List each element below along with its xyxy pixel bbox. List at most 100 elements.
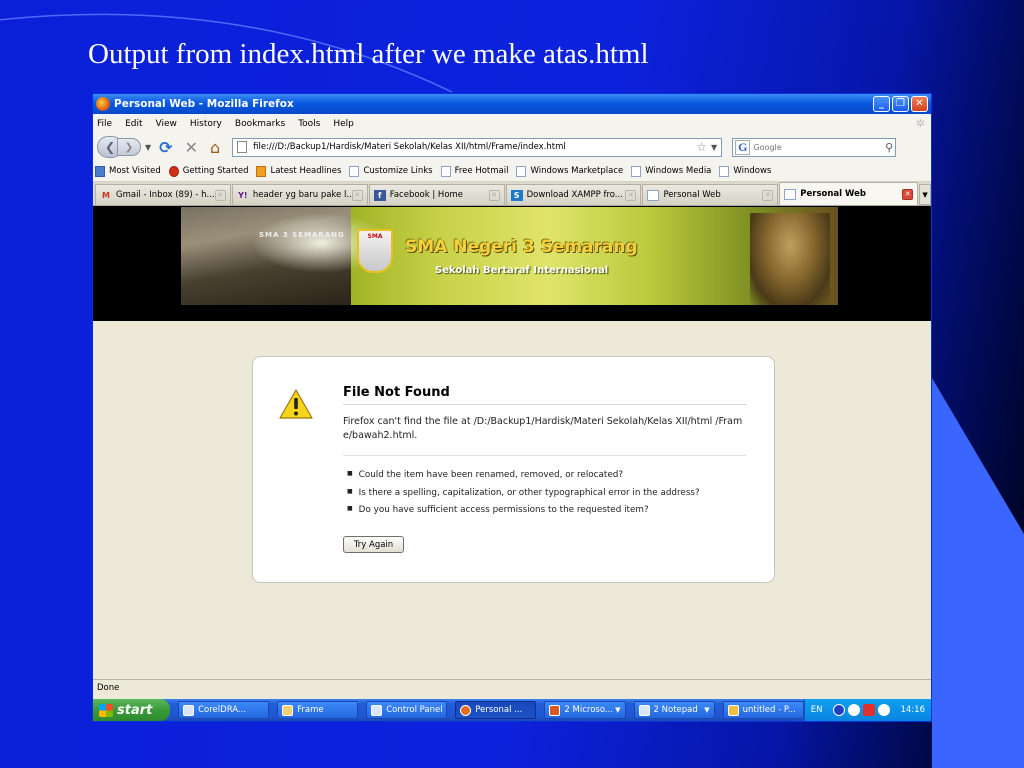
firefox-icon xyxy=(96,97,110,111)
antivirus-icon[interactable] xyxy=(862,704,875,716)
language-indicator[interactable]: EN xyxy=(811,705,823,715)
firefox-window: Personal Web - Mozilla Firefox _ ❐ ✕ Fil… xyxy=(92,93,932,722)
throbber-icon: ✲ xyxy=(915,117,925,130)
facebook-icon: f xyxy=(373,189,386,201)
menu-view[interactable]: View xyxy=(156,119,177,129)
tab-close-icon[interactable]: ✕ xyxy=(625,189,637,201)
tab-close-icon[interactable]: ✕ xyxy=(214,189,226,201)
taskbar-item-paint[interactable]: untitled - P... xyxy=(722,701,804,719)
tab-close-icon[interactable]: ✕ xyxy=(488,189,500,201)
system-tray: EN 14:16 xyxy=(803,699,931,721)
tab-yahoo[interactable]: Y! header yg baru pake l... ✕ xyxy=(231,184,368,205)
group-dropdown-icon: ▼ xyxy=(704,706,710,714)
menu-history[interactable]: History xyxy=(190,119,222,129)
ganesha-statue-image xyxy=(750,213,830,305)
error-panel: File Not Found Firefox can't find the fi… xyxy=(252,356,775,583)
close-button[interactable]: ✕ xyxy=(911,96,928,112)
gmail-icon: M xyxy=(102,190,110,200)
try-again-button[interactable]: Try Again xyxy=(343,536,404,553)
reload-icon[interactable]: ⟳ xyxy=(159,138,172,157)
tray-app-icon[interactable] xyxy=(832,704,845,716)
school-banner: SMA 3 SEMARANG SMA SMA Negeri 3 Semarang… xyxy=(181,207,838,305)
menu-file[interactable]: File xyxy=(97,119,112,129)
control-panel-icon xyxy=(371,704,383,716)
divider xyxy=(343,404,746,405)
home-icon[interactable]: ⌂ xyxy=(210,138,220,157)
windows-logo-icon xyxy=(99,703,113,717)
page-icon xyxy=(631,165,642,177)
url-input[interactable] xyxy=(253,142,697,152)
bookmark-star-icon[interactable]: ☆ xyxy=(696,140,707,154)
volume-icon[interactable] xyxy=(877,704,890,716)
start-button[interactable]: start xyxy=(93,699,171,721)
bookmark-windows-media[interactable]: Windows Media xyxy=(631,165,711,177)
taskbar-item-notepad[interactable]: 2 Notepad ▼ xyxy=(633,701,715,719)
page-icon xyxy=(349,165,360,177)
folder-icon xyxy=(282,704,294,716)
rss-feed-icon xyxy=(256,165,267,177)
school-subtitle: Sekolah Bertaraf Internasional xyxy=(435,265,609,276)
menu-help[interactable]: Help xyxy=(333,119,354,129)
tab-close-icon[interactable]: ✕ xyxy=(351,189,363,201)
minimize-button[interactable]: _ xyxy=(873,96,890,112)
slide-title: Output from index.html after we make ata… xyxy=(88,38,649,70)
menu-bar: File Edit View History Bookmarks Tools H… xyxy=(93,114,931,133)
page-icon xyxy=(237,141,248,153)
navigation-toolbar: ❮ ❯ ▼ ⟳ ✕ ⌂ ☆ ▼ G ⚲ xyxy=(93,133,931,161)
maximize-button[interactable]: ❐ xyxy=(892,96,909,112)
error-title: File Not Found xyxy=(343,385,450,400)
tab-close-icon[interactable]: ✕ xyxy=(902,188,914,200)
tab-facebook[interactable]: f Facebook | Home ✕ xyxy=(368,184,505,205)
tab-gmail[interactable]: M Gmail - Inbox (89) - h... ✕ xyxy=(95,184,231,205)
paint-icon xyxy=(727,704,739,716)
tab-personal-web-active[interactable]: Personal Web ✕ xyxy=(779,182,919,205)
tab-list-dropdown-icon[interactable]: ▼ xyxy=(919,184,931,205)
tab-personal-web[interactable]: Personal Web ✕ xyxy=(642,184,779,205)
history-dropdown-icon[interactable]: ▼ xyxy=(145,143,151,152)
bookmark-customize-links[interactable]: Customize Links xyxy=(349,165,433,177)
taskbar-item-personal-web[interactable]: Personal ... xyxy=(455,701,537,719)
taskbar-item-frame[interactable]: Frame xyxy=(277,701,359,719)
bookmark-windows-marketplace[interactable]: Windows Marketplace xyxy=(516,165,623,177)
group-dropdown-icon: ▼ xyxy=(615,706,621,714)
network-icon[interactable] xyxy=(847,704,860,716)
page-icon xyxy=(784,188,797,200)
divider xyxy=(343,455,746,456)
firefox-icon xyxy=(460,704,472,716)
tab-close-icon[interactable]: ✕ xyxy=(762,189,774,201)
error-reasons-list: Could the item have been renamed, remove… xyxy=(347,466,700,519)
forward-button[interactable]: ❯ xyxy=(117,138,141,156)
taskbar-item-control-panel[interactable]: Control Panel xyxy=(366,701,448,719)
school-crest-icon: SMA xyxy=(357,229,393,273)
firefox-bookmark-icon xyxy=(168,165,179,177)
search-engine-icon[interactable]: G xyxy=(735,139,751,155)
search-icon[interactable]: ⚲ xyxy=(885,141,893,154)
url-bar[interactable]: ☆ ▼ xyxy=(232,137,723,157)
bookmark-latest-headlines[interactable]: Latest Headlines xyxy=(256,165,341,177)
error-description: Firefox can't find the file at /D:/Backu… xyxy=(343,416,743,441)
stop-icon[interactable]: ✕ xyxy=(185,138,198,157)
bookmark-most-visited[interactable]: Most Visited xyxy=(95,165,161,177)
bookmark-windows[interactable]: Windows xyxy=(719,165,771,177)
taskbar-item-microsoft[interactable]: 2 Microso... ▼ xyxy=(544,701,626,719)
list-item: Do you have sufficient access permission… xyxy=(347,501,700,519)
tab-download-xampp[interactable]: S Download XAMPP fro... ✕ xyxy=(505,184,642,205)
coreldraw-icon xyxy=(183,704,195,716)
menu-edit[interactable]: Edit xyxy=(125,119,142,129)
page-content: SMA 3 SEMARANG SMA SMA Negeri 3 Semarang… xyxy=(93,206,931,679)
clock: 14:16 xyxy=(900,705,926,715)
menu-tools[interactable]: Tools xyxy=(298,119,320,129)
url-dropdown-icon[interactable]: ▼ xyxy=(711,143,717,152)
header-frame: SMA 3 SEMARANG SMA SMA Negeri 3 Semarang… xyxy=(93,206,931,321)
bookmark-folder-icon xyxy=(95,165,105,177)
bookmark-free-hotmail[interactable]: Free Hotmail xyxy=(440,165,508,177)
bookmark-getting-started[interactable]: Getting Started xyxy=(168,165,248,177)
windows-taskbar: start CorelDRA... Frame Control Panel Pe… xyxy=(93,699,931,721)
search-input[interactable] xyxy=(753,142,886,152)
status-text: Done xyxy=(97,683,120,693)
window-titlebar: Personal Web - Mozilla Firefox _ ❐ ✕ xyxy=(93,94,931,114)
taskbar-item-coreldraw[interactable]: CorelDRA... xyxy=(178,701,270,719)
menu-bookmarks[interactable]: Bookmarks xyxy=(235,119,285,129)
sourceforge-icon: S xyxy=(510,189,523,201)
search-bar[interactable]: G ⚲ xyxy=(732,137,897,157)
